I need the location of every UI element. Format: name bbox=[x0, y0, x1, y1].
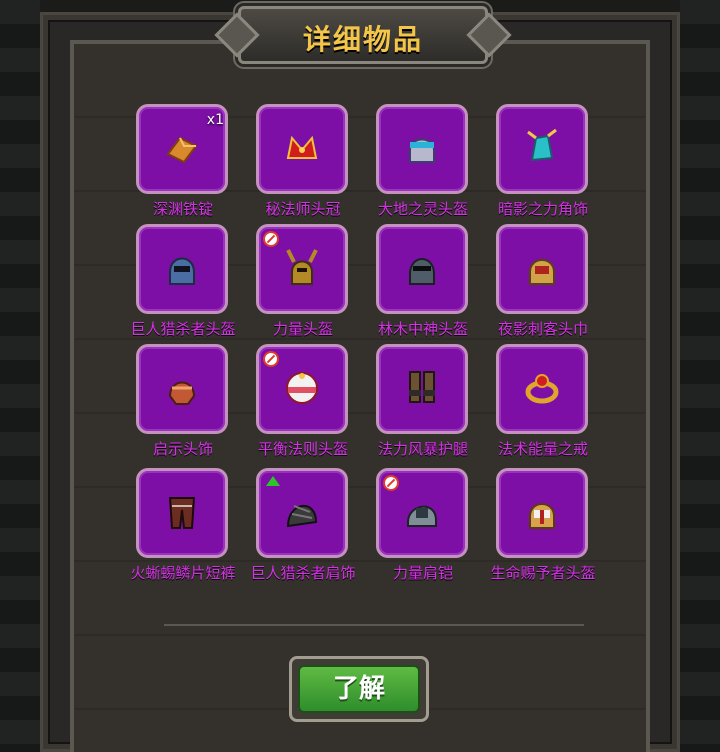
horn-ornament-icon bbox=[527, 128, 557, 162]
shoulder-armor-icon bbox=[407, 505, 437, 527]
disabled-icon bbox=[263, 351, 279, 367]
horned-helmet-icon bbox=[286, 249, 318, 285]
item-slot[interactable]: 巨人猎杀者肩饰 bbox=[250, 468, 356, 582]
helmet-icon bbox=[409, 138, 435, 163]
helmet-icon bbox=[409, 258, 435, 285]
item-slot[interactable]: 力量头盔 bbox=[256, 224, 350, 338]
item-slot[interactable]: 平衡法则头盔 bbox=[256, 344, 350, 458]
item-slot[interactable]: 夜影刺客头巾 bbox=[496, 224, 590, 338]
pauldron-icon bbox=[286, 504, 318, 528]
item-slot[interactable]: 秘法师头冠 bbox=[256, 104, 350, 218]
helmet-icon bbox=[529, 259, 555, 285]
orb-helmet-icon bbox=[286, 372, 318, 404]
ingot-icon bbox=[166, 136, 198, 164]
item-slot[interactable]: 大地之灵头盔 bbox=[376, 104, 470, 218]
left-background bbox=[0, 0, 40, 752]
item-slot[interactable]: 力量肩铠 bbox=[376, 468, 470, 582]
item-slot[interactable]: 法力风暴护腿 bbox=[376, 344, 470, 458]
item-slot[interactable]: x1 深渊铁锭 bbox=[136, 104, 230, 218]
ok-button-frame: 了解 bbox=[289, 656, 429, 722]
item-name: 生命赐予者头盔 bbox=[490, 564, 596, 582]
helmet-icon bbox=[529, 503, 555, 529]
upgrade-arrow-icon bbox=[266, 476, 280, 486]
item-name: 暗影之力角饰 bbox=[497, 200, 588, 218]
crown-icon bbox=[286, 135, 318, 159]
right-background bbox=[680, 0, 720, 752]
divider bbox=[164, 624, 584, 626]
headpiece-icon bbox=[168, 381, 196, 405]
item-slot[interactable]: 暗影之力角饰 bbox=[496, 104, 590, 218]
ok-button[interactable]: 了解 bbox=[298, 665, 420, 713]
item-slot[interactable]: 火蜥蜴鳞片短裤 bbox=[130, 468, 236, 582]
disabled-icon bbox=[383, 475, 399, 491]
disabled-icon bbox=[263, 231, 279, 247]
item-quantity: x1 bbox=[206, 112, 224, 128]
dialog-title: 详细物品 bbox=[302, 23, 423, 56]
helmet-icon bbox=[169, 257, 195, 285]
item-slot[interactable]: 巨人猎杀者头盔 bbox=[130, 224, 236, 338]
item-slot[interactable]: 林木中神头盔 bbox=[376, 224, 470, 338]
item-slot[interactable]: 法术能量之戒 bbox=[496, 344, 590, 458]
item-name: 夜影刺客头巾 bbox=[497, 320, 588, 338]
item-slot[interactable]: 启示头饰 bbox=[136, 344, 230, 458]
item-slot[interactable]: 生命赐予者头盔 bbox=[490, 468, 596, 582]
shorts-icon bbox=[168, 497, 196, 529]
title-plate: 详细物品 bbox=[238, 6, 488, 64]
ring-icon bbox=[525, 374, 559, 404]
greaves-icon bbox=[409, 371, 435, 403]
item-name: 法术能量之戒 bbox=[497, 440, 588, 458]
